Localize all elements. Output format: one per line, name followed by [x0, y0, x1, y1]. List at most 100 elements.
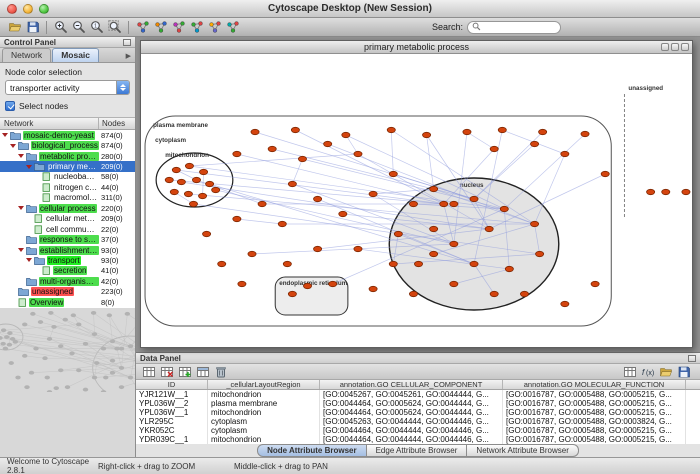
network-node[interactable] [303, 283, 311, 288]
tree-row[interactable]: multi-organism process42(0) [0, 276, 135, 286]
network-node[interactable] [354, 151, 362, 156]
zoom-window-button[interactable] [39, 4, 49, 14]
network-node[interactable] [485, 226, 493, 231]
node-color-dropdown[interactable]: transporter activity [5, 80, 130, 95]
select-nodes-checkbox[interactable] [5, 101, 15, 111]
network-node[interactable] [339, 211, 347, 216]
column-header[interactable]: _cellularLayoutRegion [208, 380, 320, 389]
network-node[interactable] [278, 221, 286, 226]
tree-expander-icon[interactable] [26, 165, 32, 169]
network-node[interactable] [387, 127, 395, 132]
tree-row[interactable]: metabolic process280(0) [0, 151, 135, 161]
network-node[interactable] [394, 231, 402, 236]
network-node[interactable] [591, 281, 599, 286]
network-node[interactable] [450, 241, 458, 246]
table-row[interactable]: YJR121W__1mitochondrion[GO:0045267, GO:0… [136, 390, 700, 399]
network-node[interactable] [199, 193, 207, 198]
network-node[interactable] [414, 261, 422, 266]
minimize-window-button[interactable] [23, 4, 33, 14]
network-node[interactable] [490, 291, 498, 296]
tree-row[interactable]: secretion41(0) [0, 266, 135, 276]
new-network-from-selection-icon[interactable] [170, 19, 187, 36]
zoom-fit-icon[interactable] [106, 19, 123, 36]
tree-row[interactable]: response to stimulus37(0) [0, 234, 135, 244]
network-node[interactable] [170, 189, 178, 194]
show-graphics-details-icon[interactable] [134, 19, 151, 36]
network-node[interactable] [291, 127, 299, 132]
network-node[interactable] [238, 281, 246, 286]
network-node[interactable] [329, 281, 337, 286]
tab-network[interactable]: Network [2, 48, 51, 62]
import-network-icon[interactable] [188, 19, 205, 36]
network-node[interactable] [470, 196, 478, 201]
tab-node-attribute-browser[interactable]: Node Attribute Browser [257, 444, 367, 457]
tree-column-network[interactable]: Network [0, 118, 99, 129]
function-builder-icon[interactable]: f(x) [639, 363, 656, 380]
network-node[interactable] [369, 286, 377, 291]
tab-scroll-right-icon[interactable]: ▶ [124, 52, 133, 62]
column-header[interactable]: ID [136, 380, 208, 389]
search-input[interactable] [484, 22, 554, 32]
zoom-out-icon[interactable] [70, 19, 87, 36]
tree-row[interactable]: establishment of localization93(0) [0, 245, 135, 255]
network-node[interactable] [450, 201, 458, 206]
search-field[interactable] [467, 21, 561, 34]
frame-maximize-button[interactable] [671, 43, 679, 51]
table-row[interactable]: YLR295Ccytoplasm[GO:0045263, GO:0044444,… [136, 417, 700, 426]
tree-row[interactable]: cell communication22(0) [0, 224, 135, 234]
network-node[interactable] [430, 251, 438, 256]
new-attribute-icon[interactable] [176, 363, 193, 380]
network-frame-titlebar[interactable]: primary metabolic process [141, 41, 692, 54]
network-node[interactable] [212, 187, 220, 192]
window-titlebar[interactable]: Cytoscape Desktop (New Session) [0, 0, 700, 18]
network-node[interactable] [389, 261, 397, 266]
tab-network-attribute-browser[interactable]: Network Attribute Browser [467, 444, 578, 457]
network-node[interactable] [248, 251, 256, 256]
import-attributes-icon[interactable] [657, 363, 674, 380]
select-all-attributes-icon[interactable] [140, 363, 157, 380]
network-node[interactable] [389, 171, 397, 176]
network-node[interactable] [251, 129, 259, 134]
network-node[interactable] [409, 201, 417, 206]
frame-minimize-button[interactable] [661, 43, 669, 51]
tree-row[interactable]: macromolecule metabolic process311(0) [0, 193, 135, 203]
column-header[interactable]: annotation.GO CELLULAR_COMPONENT [320, 380, 503, 389]
tree-expander-icon[interactable] [18, 206, 24, 210]
network-node[interactable] [206, 181, 214, 186]
network-node[interactable] [314, 246, 322, 251]
unselect-all-attributes-icon[interactable] [158, 363, 175, 380]
tree-row[interactable]: cellular metabolic process209(0) [0, 214, 135, 224]
open-session-icon[interactable] [6, 19, 23, 36]
network-node[interactable] [314, 196, 322, 201]
close-window-button[interactable] [7, 4, 17, 14]
network-node[interactable] [165, 177, 173, 182]
network-node[interactable] [200, 169, 208, 174]
tree-row[interactable]: transport93(0) [0, 255, 135, 265]
tree-column-nodes[interactable]: Nodes [99, 118, 135, 129]
delete-attribute-icon[interactable] [212, 363, 229, 380]
tree-expander-icon[interactable] [18, 248, 24, 252]
network-node[interactable] [430, 186, 438, 191]
network-node[interactable] [409, 291, 417, 296]
float-panel-icon[interactable] [688, 355, 696, 362]
tab-mosaic[interactable]: Mosaic [52, 48, 99, 62]
tree-row[interactable]: Overview8(0) [0, 297, 135, 307]
network-node[interactable] [283, 261, 291, 266]
network-node[interactable] [561, 301, 569, 306]
zoom-selected-icon[interactable]: 1 [88, 19, 105, 36]
network-node[interactable] [490, 146, 498, 151]
network-node[interactable] [500, 206, 508, 211]
tree-expander-icon[interactable] [10, 144, 16, 148]
network-node[interactable] [450, 281, 458, 286]
network-node[interactable] [520, 291, 528, 296]
vizmapper-icon[interactable] [206, 19, 223, 36]
float-panel-icon[interactable] [123, 39, 131, 46]
tree-row[interactable]: nucleobase metabolic process58(0) [0, 172, 135, 182]
save-session-icon[interactable] [24, 19, 41, 36]
table-row[interactable]: YKR052Ccytoplasm[GO:0044464, GO:0044444,… [136, 426, 700, 435]
network-node[interactable] [539, 129, 547, 134]
network-node[interactable] [536, 251, 544, 256]
tree-row[interactable]: primary metabolic process209(0) [0, 161, 135, 171]
tree-expander-icon[interactable] [2, 133, 8, 137]
network-node[interactable] [430, 226, 438, 231]
